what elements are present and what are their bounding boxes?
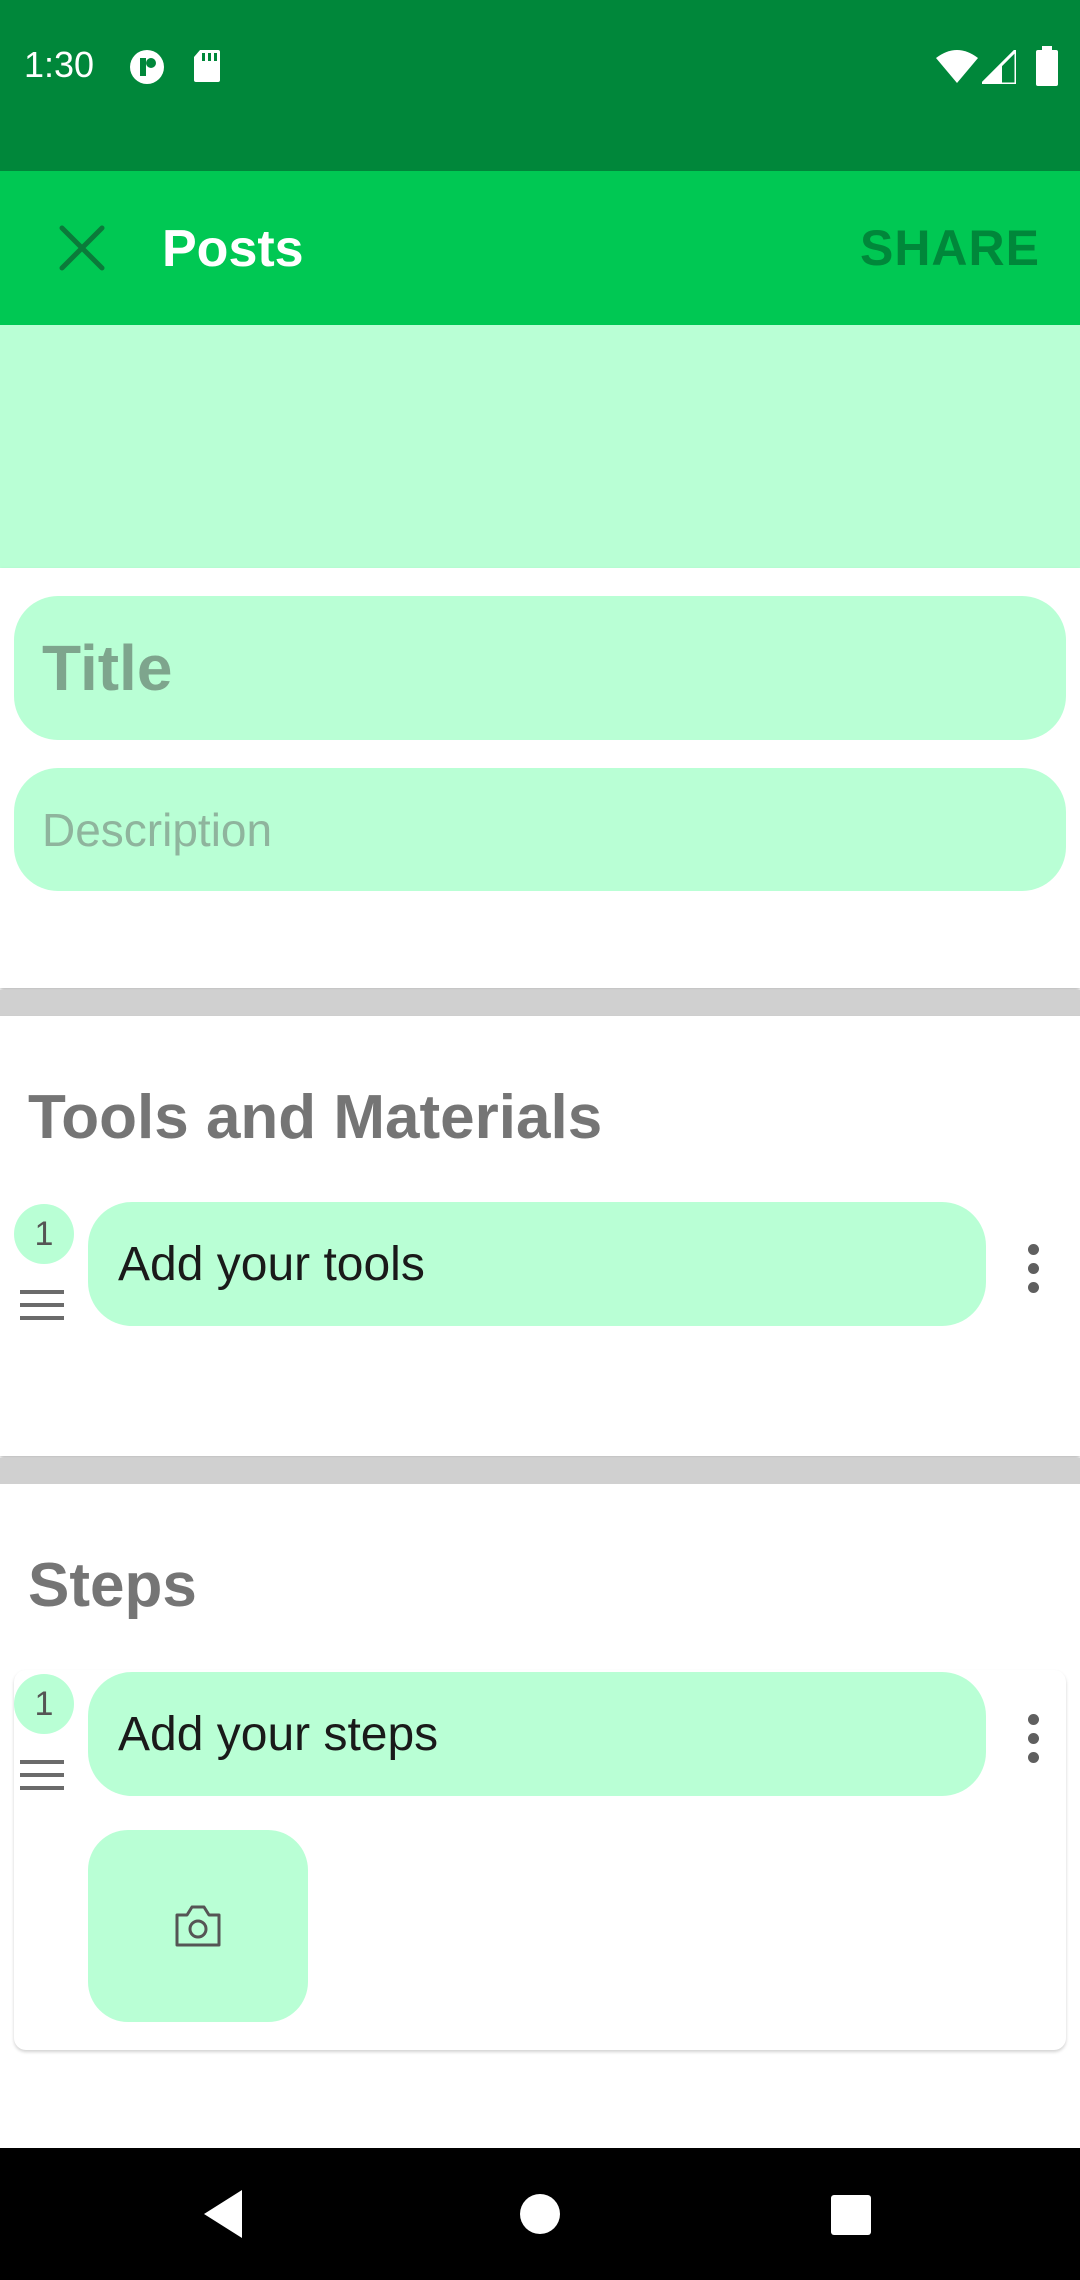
recents-icon[interactable]: [830, 2194, 872, 2236]
app-bar: Posts SHARE: [0, 171, 1080, 325]
drag-handle-icon[interactable]: [20, 1290, 64, 1320]
step-number-badge: 1: [14, 1674, 74, 1734]
close-button[interactable]: [42, 203, 122, 293]
status-time: 1:30: [24, 44, 95, 85]
drag-handle-icon[interactable]: [20, 1760, 64, 1790]
app-notification-icon: [128, 48, 166, 91]
step-more-options-button[interactable]: [1012, 1698, 1054, 1778]
step-input[interactable]: [88, 1672, 986, 1796]
more-vert-icon: [1027, 1243, 1039, 1255]
back-icon[interactable]: [198, 2186, 248, 2242]
close-icon: [59, 225, 105, 271]
add-step-photo-button[interactable]: [88, 1830, 308, 2022]
home-icon[interactable]: [518, 2192, 562, 2236]
page-title: Posts: [162, 220, 304, 278]
section-divider: [0, 1458, 1080, 1484]
camera-icon: [175, 1905, 221, 1947]
sd-card-icon: [192, 48, 222, 89]
more-vert-icon: [1027, 1713, 1039, 1725]
tool-more-options-button[interactable]: [1012, 1228, 1054, 1308]
tool-input[interactable]: [88, 1202, 986, 1326]
wifi-icon: [936, 50, 978, 89]
title-input[interactable]: [14, 596, 1066, 740]
share-button[interactable]: SHARE: [860, 219, 1040, 277]
description-input[interactable]: [14, 768, 1066, 891]
status-bar: 1:30: [0, 0, 1080, 171]
system-nav-bar: [0, 2148, 1080, 2280]
signal-icon: [978, 46, 1018, 89]
cover-image-area[interactable]: [0, 325, 1080, 568]
tools-heading: Tools and Materials: [28, 1083, 603, 1152]
battery-icon: [1036, 46, 1058, 91]
steps-heading: Steps: [28, 1551, 197, 1620]
tool-number-badge: 1: [14, 1204, 74, 1264]
section-divider: [0, 990, 1080, 1016]
